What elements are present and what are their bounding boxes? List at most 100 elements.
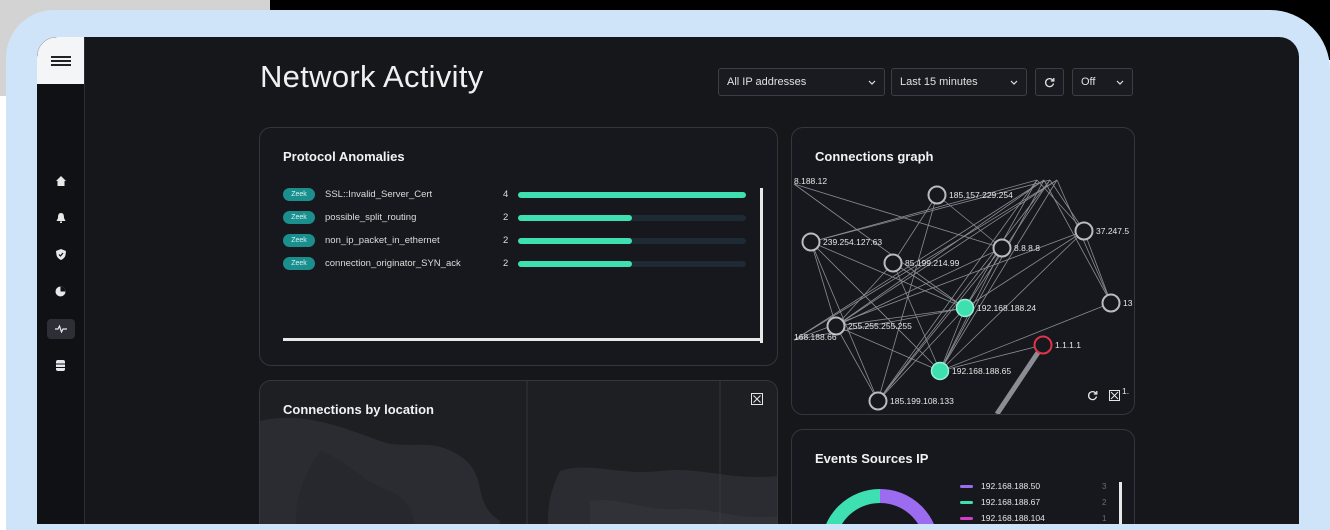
- graph-node[interactable]: 13: [1101, 293, 1133, 313]
- legend-swatch: [960, 500, 973, 504]
- graph-node[interactable]: 8.188.12: [794, 176, 827, 186]
- legend-label: 192.168.188.104: [981, 513, 1045, 523]
- legend-label: 192.168.188.67: [981, 497, 1041, 507]
- anomaly-count: 2: [503, 212, 509, 223]
- expand-icon[interactable]: [1109, 390, 1120, 401]
- sidebar-item-home[interactable]: [37, 162, 84, 199]
- sidebar-item-reports[interactable]: [37, 273, 84, 310]
- vertical-scrollbar[interactable]: [760, 188, 763, 343]
- anomaly-bar-fill: [518, 261, 632, 267]
- graph-node[interactable]: 8.8.8.8: [992, 238, 1041, 258]
- graph-edge: [835, 262, 894, 327]
- event-sources-card: Events Sources IP 192.168.188.50 3 192.168…: [791, 429, 1135, 524]
- graph-node[interactable]: 185.199.108.133: [868, 391, 955, 411]
- graph-node-circle: [868, 391, 888, 411]
- sidebar: [37, 37, 85, 524]
- anomaly-row[interactable]: Zeek connection_originator_SYN_ack 2: [283, 257, 753, 271]
- anomaly-row[interactable]: Zeek possible_split_routing 2: [283, 211, 753, 225]
- graph-node-label: 37.247.5: [1096, 226, 1129, 236]
- legend-scrollbar[interactable]: [1119, 482, 1122, 524]
- ip-filter-select[interactable]: All IP addresses: [718, 68, 885, 96]
- legend-item[interactable]: 192.168.188.50: [960, 480, 1040, 492]
- anomaly-name: SSL::Invalid_Server_Cert: [325, 189, 433, 200]
- graph-node[interactable]: 239.254.127.63: [801, 232, 883, 252]
- graph-node-label: 185.157.229.254: [949, 190, 1013, 200]
- anomaly-count: 4: [503, 189, 509, 200]
- sidebar-item-security[interactable]: [37, 236, 84, 273]
- legend-value: 3: [1102, 482, 1107, 491]
- graph-node[interactable]: 192.168.188.24: [955, 298, 1037, 318]
- graph-edge: [1043, 179, 1112, 304]
- hamburger-menu-button[interactable]: [37, 37, 84, 84]
- source-tag: Zeek: [283, 188, 315, 201]
- refresh-icon: [1045, 77, 1055, 87]
- anomaly-row[interactable]: Zeek SSL::Invalid_Server_Cert 4: [283, 188, 753, 202]
- graph-node-label: 1.1.1.1: [1055, 340, 1081, 350]
- graph-edge: [835, 325, 879, 402]
- graph-node[interactable]: 192.168.188.65: [930, 361, 1012, 381]
- graph-node-circle: [1074, 221, 1094, 241]
- graph-edge: [939, 307, 966, 372]
- graph-node-circle: [930, 361, 950, 381]
- connections-graph[interactable]: 8.188.12 185.157.229.254 37.247.5 239.254.1…: [792, 128, 1134, 414]
- graph-node-circle: [1033, 335, 1053, 355]
- time-range-select[interactable]: Last 15 minutes: [891, 68, 1027, 96]
- pie-chart-icon: [55, 286, 66, 297]
- horizontal-scrollbar[interactable]: [283, 338, 763, 341]
- graph-node[interactable]: 1.1.1.1: [1033, 335, 1082, 355]
- refresh-button[interactable]: [1035, 68, 1064, 96]
- anomaly-bar-track: [518, 238, 746, 244]
- graph-edge: [835, 325, 941, 372]
- auto-refresh-value: Off: [1081, 76, 1096, 88]
- graph-node-label: 8.188.12: [794, 176, 827, 186]
- time-range-value: Last 15 minutes: [900, 76, 978, 88]
- graph-node[interactable]: 168.188.66: [794, 332, 837, 342]
- refresh-icon[interactable]: [1087, 390, 1098, 401]
- graph-node-circle: [955, 298, 975, 318]
- fullscreen-icon[interactable]: [751, 393, 763, 405]
- source-tag: Zeek: [283, 234, 315, 247]
- graph-node-circle: [883, 253, 903, 273]
- sidebar-item-alerts[interactable]: [37, 199, 84, 236]
- bell-icon: [56, 212, 65, 223]
- graph-edge: [877, 194, 938, 402]
- legend-item[interactable]: 192.168.188.104: [960, 512, 1045, 524]
- graph-node[interactable]: 255.255.255.255: [826, 316, 913, 336]
- anomaly-row[interactable]: Zeek non_ip_packet_in_ethernet 2: [283, 234, 753, 248]
- anomaly-name: non_ip_packet_in_ethernet: [325, 235, 440, 246]
- anomaly-name: connection_originator_SYN_ack: [325, 258, 461, 269]
- graph-edge-heavy: [994, 343, 1046, 414]
- graph-edge: [892, 262, 966, 309]
- graph-node-label: 168.188.66: [794, 332, 837, 342]
- graph-node-label: 85.199.214.99: [905, 258, 960, 268]
- sidebar-item-storage[interactable]: [37, 347, 84, 384]
- graph-node-label: 1.: [1122, 386, 1129, 396]
- graph-node-label: 13: [1123, 298, 1133, 308]
- graph-node-label: 8.8.8.8: [1014, 243, 1040, 253]
- anomaly-name: possible_split_routing: [325, 212, 417, 223]
- chevron-down-icon: [868, 80, 876, 85]
- anomaly-bar-fill: [518, 192, 746, 198]
- shield-icon: [55, 249, 66, 260]
- legend-label: 192.168.188.50: [981, 481, 1041, 491]
- legend-item[interactable]: 192.168.188.67: [960, 496, 1040, 508]
- sidebar-item-network-activity[interactable]: [37, 310, 84, 347]
- legend-swatch: [960, 484, 973, 488]
- chevron-down-icon: [1116, 80, 1124, 85]
- graph-node-label: 239.254.127.63: [823, 237, 882, 247]
- graph-node-circle: [992, 238, 1012, 258]
- anomaly-bar-track: [518, 215, 746, 221]
- page-title: Network Activity: [260, 59, 484, 94]
- graph-node-label: 192.168.188.65: [952, 366, 1011, 376]
- auto-refresh-select[interactable]: Off: [1072, 68, 1133, 96]
- donut-chart[interactable]: [820, 488, 940, 524]
- connections-graph-card: Connections graph 8.188.12 185.157.229.25…: [791, 127, 1135, 415]
- legend-value: 1: [1102, 514, 1107, 523]
- graph-node[interactable]: 1.: [1122, 386, 1129, 396]
- legend-value: 2: [1102, 498, 1107, 507]
- anomaly-bar-track: [518, 261, 746, 267]
- anomaly-bar-track: [518, 192, 746, 198]
- source-tag: Zeek: [283, 211, 315, 224]
- graph-node[interactable]: 37.247.5: [1074, 221, 1130, 241]
- protocol-anomalies-card: Protocol Anomalies Zeek SSL::Invalid_Serv…: [259, 127, 778, 366]
